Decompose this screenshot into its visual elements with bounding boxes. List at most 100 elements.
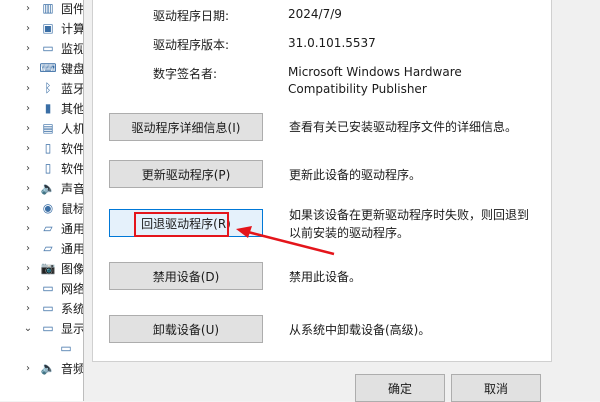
usb-device-icon: ▱ [43,241,53,255]
tree-item-label: 通用 [61,221,86,236]
chevron-right-icon[interactable]: › [23,363,33,374]
tree-item[interactable]: › ▯ 软件 [0,137,90,159]
digital-signer-value-line2: Compatibility Publisher [288,82,427,96]
bluetooth-icon: ᛒ [44,81,52,95]
chevron-right-icon[interactable]: › [23,103,33,114]
tree-item-label: 声音 [61,181,86,196]
ok-button-label: 确定 [387,381,412,396]
update-driver-description: 更新此设备的驱动程序。 [289,168,422,182]
driver-properties-dialog: 驱动程序日期: 2024/7/9 驱动程序版本: 31.0.101.5537 数… [83,0,600,402]
tree-item-label: 计算 [61,21,86,36]
uninstall-device-description: 从系统中卸载设备(高级)。 [289,323,431,337]
chevron-right-icon[interactable]: › [23,223,33,234]
tree-item[interactable]: › 🔈 声音 [0,177,90,199]
cancel-button-label: 取消 [483,381,508,396]
tree-item-label: 系统 [61,301,86,316]
chevron-right-icon[interactable]: › [23,203,33,214]
driver-details-description: 查看有关已安装驱动程序文件的详细信息。 [289,120,518,134]
tree-item-label: 软件 [61,141,86,156]
uninstall-device-button-label: 卸载设备(U) [152,322,220,337]
tree-item[interactable]: › ⌨ 键盘 [0,57,90,79]
digital-signer-value-line1: Microsoft Windows Hardware [288,65,462,79]
chevron-right-icon[interactable]: › [23,183,33,194]
chevron-right-icon[interactable]: › [23,83,33,94]
tree-item[interactable]: ▭ [0,337,90,359]
tree-item[interactable]: › ▭ 监视 [0,37,90,59]
tree-item[interactable]: › ▭ 系统 [0,297,90,319]
tree-item[interactable]: › ▯ 软件 [0,157,90,179]
imaging-icon: 📷 [40,261,56,275]
tree-item-label: 其他 [61,101,86,116]
tree-item-label: 蓝牙 [61,81,86,96]
tree-item[interactable]: › ▤ 人机 [0,117,90,139]
tree-item-label: 网络 [61,281,86,296]
tree-item[interactable]: ⌄ ▭ 显示 [0,317,90,339]
mouse-icon: ◉ [42,201,54,215]
chevron-right-icon[interactable]: › [23,163,33,174]
update-driver-button-label: 更新驱动程序(P) [141,167,231,182]
tree-item[interactable]: › ▱ 通用 [0,217,90,239]
chevron-right-icon[interactable]: › [23,303,33,314]
software-device-icon: ▯ [44,161,52,175]
firmware-icon: ▥ [42,1,54,15]
chevron-right-icon[interactable]: › [23,43,33,54]
sound-icon: 🔈 [40,181,56,195]
chevron-right-icon[interactable]: › [23,283,33,294]
tree-item-label: 鼠标 [61,201,86,216]
driver-tab-panel: 驱动程序日期: 2024/7/9 驱动程序版本: 31.0.101.5537 数… [92,0,552,362]
chevron-right-icon[interactable]: › [23,3,33,14]
display-adapter-icon: ▭ [42,321,54,335]
tree-item[interactable]: › ▱ 通用 [0,237,90,259]
annotation-highlight-box [134,212,229,237]
other-devices-icon: ▮ [44,101,52,115]
digital-signer-label: 数字签名者: [153,67,218,81]
computer-icon: ▣ [42,21,54,35]
monitor-icon: ▭ [42,41,54,55]
chevron-right-icon[interactable]: › [23,143,33,154]
tree-item-label: 音频 [61,361,86,376]
usb-controller-icon: ▱ [43,221,53,235]
keyboard-icon: ⌨ [39,61,57,75]
rollback-driver-description-line2: 以前安装的驱动程序。 [289,226,410,240]
tree-item-label: 通用 [61,241,86,256]
driver-version-value: 31.0.101.5537 [288,36,376,50]
chevron-right-icon[interactable]: › [23,23,33,34]
tree-item[interactable]: › 📷 图像 [0,257,90,279]
tree-item-label: 软件 [61,161,86,176]
network-icon: ▭ [42,281,54,295]
tree-item[interactable]: › ▮ 其他 [0,97,90,119]
tree-item-label: 人机 [61,121,86,136]
chevron-right-icon[interactable]: › [23,263,33,274]
driver-details-button-label: 驱动程序详细信息(I) [131,120,241,135]
tree-item-label: 图像 [61,261,86,276]
tree-item[interactable]: › 🔈 音频 [0,357,90,379]
hid-icon: ▤ [42,121,54,135]
tree-item-label: 监视 [61,41,86,56]
software-component-icon: ▯ [44,141,52,155]
tree-item[interactable]: › ◉ 鼠标 [0,197,90,219]
chevron-right-icon[interactable]: › [23,63,33,74]
driver-date-label: 驱动程序日期: [153,9,230,23]
driver-date-value: 2024/7/9 [288,7,342,21]
disable-device-description: 禁用此设备。 [289,270,362,284]
driver-version-label: 驱动程序版本: [153,38,230,52]
uninstall-device-button[interactable]: 卸载设备(U) [109,315,263,343]
update-driver-button[interactable]: 更新驱动程序(P) [109,160,263,188]
ok-button[interactable]: 确定 [355,374,445,402]
disable-device-button-label: 禁用设备(D) [152,269,220,284]
device-tree: › ▥ 固件 › ▣ 计算 › ▭ 监视 › ⌨ 键盘 › ᛒ 蓝牙 › ▮ 其他 › ▤ 人机 › ▯ 软件 › ▯ 软件 › 🔈 声音… [0,0,90,401]
tree-item-label: 固件 [61,1,86,16]
display-adapter-child-icon: ▭ [60,341,72,355]
tree-item-label: 显示 [61,321,86,336]
tree-item[interactable]: › ▭ 网络 [0,277,90,299]
chevron-right-icon[interactable]: › [23,243,33,254]
driver-details-button[interactable]: 驱动程序详细信息(I) [109,113,263,141]
rollback-driver-description-line1: 如果该设备在更新驱动程序时失败，则回退到 [289,208,530,222]
tree-item[interactable]: › ▣ 计算 [0,17,90,39]
tree-item-label: 键盘 [61,61,86,76]
disable-device-button[interactable]: 禁用设备(D) [109,262,263,290]
tree-item[interactable]: › ᛒ 蓝牙 [0,77,90,99]
chevron-down-icon[interactable]: ⌄ [23,323,33,334]
chevron-right-icon[interactable]: › [23,123,33,134]
cancel-button[interactable]: 取消 [451,374,541,402]
